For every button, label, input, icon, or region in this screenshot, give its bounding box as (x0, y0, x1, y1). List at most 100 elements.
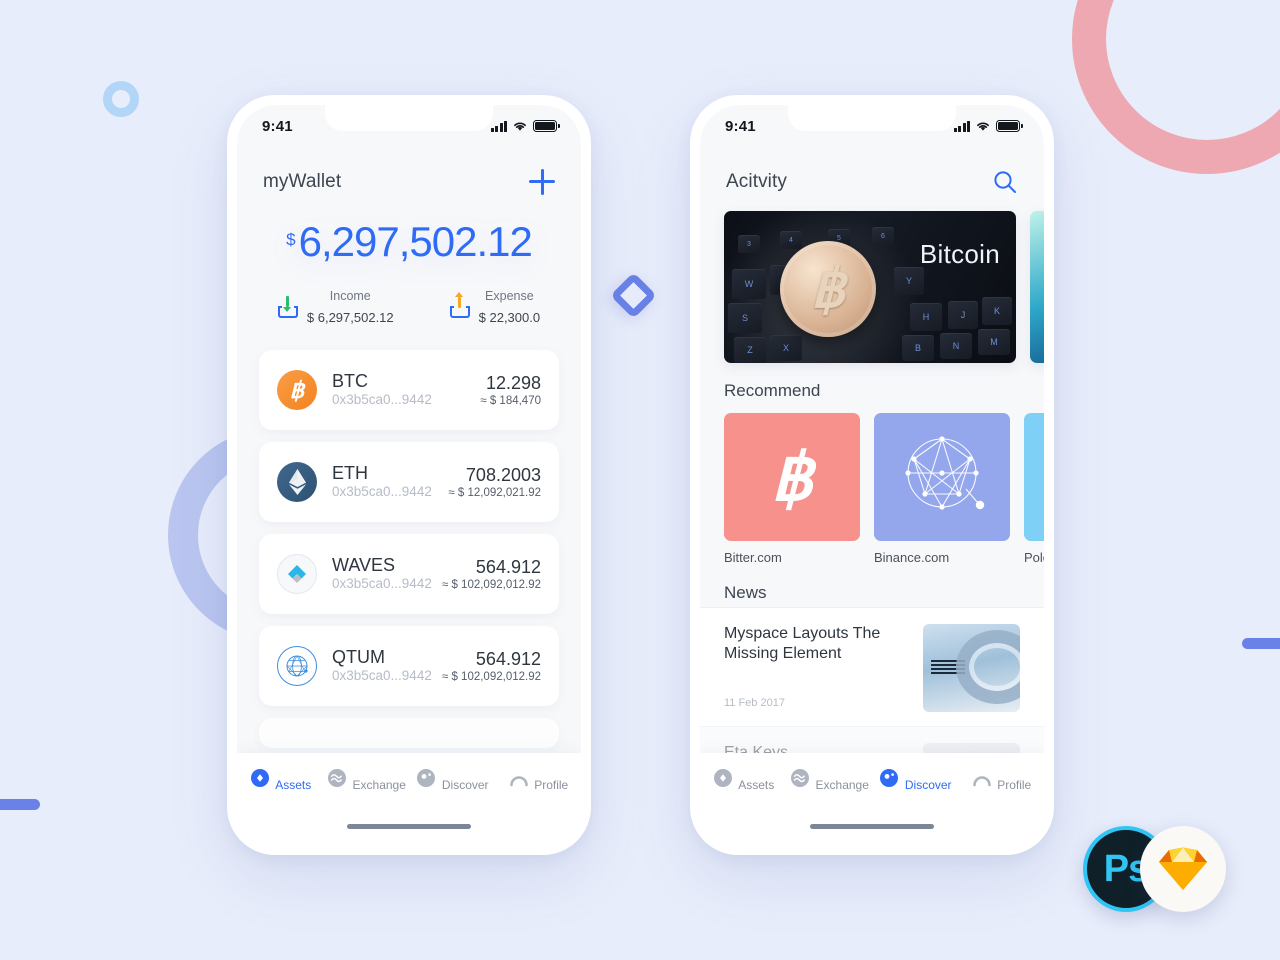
asset-address: 0x3b5ca0...9442 (332, 392, 432, 408)
bitcoin-coin-image: ฿ (780, 241, 876, 337)
cellular-signal-icon (490, 120, 507, 132)
exchange-icon (326, 769, 352, 793)
bitcoin-b-icon: ฿ (724, 413, 860, 541)
tab-assets[interactable]: Assets (700, 767, 786, 794)
assets-icon (249, 769, 275, 793)
tab-label: Exchange (815, 778, 869, 792)
exchange-icon (789, 769, 815, 793)
status-bar: 9:41 (700, 105, 1044, 147)
phone-mockup-discover: 9:41 Acitvity W S Z X Y H J K B N M 3 4 … (690, 95, 1054, 855)
table-row[interactable]: ฿ BTC 0x3b5ca0...9442 12.298 ≈ $ 184,470 (259, 350, 559, 431)
wallet-screen: 9:41 myWallet $ 6,297,502.12 Income $ 6,… (237, 105, 581, 845)
sketch-badge (1140, 826, 1226, 912)
table-row[interactable]: QTUM 0x3b5ca0...9442 564.912 ≈ $ 102,092… (259, 626, 559, 707)
discover-icon (415, 769, 441, 793)
profile-icon (508, 776, 534, 793)
asset-fiat-value: ≈ $ 184,470 (480, 394, 541, 407)
currency-symbol: $ (286, 230, 296, 249)
tab-assets[interactable]: Assets (237, 767, 323, 794)
blue-bar-right-decoration (1242, 638, 1280, 649)
home-indicator (810, 824, 934, 829)
discover-icon (878, 769, 904, 793)
battery-icon (996, 120, 1023, 132)
home-indicator (347, 824, 471, 829)
asset-symbol: ETH (332, 463, 368, 484)
wallet-header: myWallet (237, 147, 581, 195)
income-tray-icon (277, 295, 298, 318)
asset-symbol: QTUM (332, 647, 385, 668)
blue-donut-decoration (103, 81, 139, 117)
asset-amount: 708.2003 (465, 465, 541, 486)
tab-profile[interactable]: Profile (958, 767, 1044, 794)
income-label: Income (329, 289, 371, 303)
bitcoin-icon: ฿ (277, 370, 317, 411)
blue-bar-left-decoration (0, 799, 40, 810)
expense-label: Expense (485, 289, 534, 303)
asset-list: ฿ BTC 0x3b5ca0...9442 12.298 ≈ $ 184,470 (237, 350, 581, 749)
list-item[interactable]: ฿ Bitter.com (724, 413, 860, 565)
app-badges: Ps (1083, 826, 1243, 914)
asset-address: 0x3b5ca0...9442 (332, 576, 432, 592)
banner-carousel[interactable]: W E S Z X Y H J K B N M 3 4 5 (700, 211, 1044, 363)
wifi-icon (977, 122, 989, 131)
expense-value: $ 22,300.0 (478, 309, 541, 325)
banner-card-bitcoin[interactable]: W E S Z X Y H J K B N M 3 4 5 (724, 211, 1016, 363)
status-time: 9:41 (725, 117, 756, 135)
expense-summary: Expense $ 22,300.0 (449, 285, 541, 328)
status-icons (490, 120, 560, 132)
discover-header: Acitvity (700, 147, 1044, 195)
tab-exchange[interactable]: Exchange (323, 767, 409, 794)
table-row-partial[interactable] (259, 718, 559, 749)
asset-address: 0x3b5ca0...9442 (332, 484, 432, 500)
table-row[interactable]: ETH 0x3b5ca0...9442 708.2003 ≈ $ 12,092,… (259, 442, 559, 523)
asset-symbol: WAVES (332, 555, 396, 576)
server-disc-image (956, 630, 1020, 704)
cellular-signal-icon (953, 120, 970, 132)
page-title: Acitvity (726, 171, 787, 192)
abstract-photo (1030, 211, 1044, 363)
partial-icon (1024, 413, 1044, 541)
balance-amount: 6,297,502.12 (298, 218, 533, 265)
tab-discover[interactable]: Discover (872, 767, 958, 794)
tab-discover[interactable]: Discover (409, 767, 495, 794)
list-item[interactable]: Binance.com (874, 413, 1010, 565)
banner-caption: Bitcoin (919, 239, 1000, 269)
news-date: 11 Feb 2017 (724, 696, 785, 709)
tab-label: Profile (997, 778, 1032, 792)
sketch-diamond-icon (1159, 847, 1207, 890)
table-row[interactable]: WAVES 0x3b5ca0...9442 564.912 ≈ $ 102,09… (259, 534, 559, 615)
add-wallet-button[interactable] (529, 169, 555, 195)
list-item[interactable]: Myspace Layouts The Missing Element 11 F… (700, 607, 1044, 726)
qtum-icon (277, 646, 317, 687)
recommend-label: Binance.com (874, 550, 950, 565)
tab-profile[interactable]: Profile (495, 767, 581, 794)
asset-amount: 564.912 (475, 649, 541, 670)
page-title: myWallet (263, 171, 342, 192)
profile-icon (971, 776, 997, 793)
tab-label: Exchange (352, 778, 406, 792)
assets-icon (712, 769, 738, 793)
recommend-list[interactable]: ฿ Bitter.com Binance.com Pol (700, 401, 1044, 565)
recommend-section-title: Recommend (724, 381, 821, 400)
flow-summary: Income $ 6,297,502.12 Expense $ 22,300.0 (237, 285, 581, 328)
tab-exchange[interactable]: Exchange (786, 767, 872, 794)
tab-bar: Assets Exchange Discover Profile (700, 753, 1044, 845)
tab-label: Discover (441, 778, 489, 792)
status-bar: 9:41 (237, 105, 581, 147)
news-list: Myspace Layouts The Missing Element 11 F… (700, 607, 1044, 766)
waves-icon (277, 554, 317, 595)
status-icons (953, 120, 1023, 132)
wifi-icon (514, 122, 526, 131)
income-summary: Income $ 6,297,502.12 (277, 285, 394, 328)
design-canvas: 9:41 myWallet $ 6,297,502.12 Income $ 6,… (0, 0, 1280, 960)
asset-address: 0x3b5ca0...9442 (332, 668, 432, 684)
polygon-mesh-icon (874, 413, 1010, 541)
search-icon[interactable] (992, 169, 1018, 195)
asset-fiat-value: ≈ $ 102,092,012.92 (441, 578, 541, 591)
balance-row: $ 6,297,502.12 (286, 218, 533, 265)
list-item[interactable]: Polon (1024, 413, 1044, 565)
asset-symbol: BTC (332, 371, 368, 392)
banner-card-next[interactable] (1030, 211, 1044, 363)
balance-section: $ 6,297,502.12 Income $ 6,297,502.12 Exp… (237, 195, 581, 328)
asset-fiat-value: ≈ $ 12,092,021.92 (448, 486, 541, 499)
